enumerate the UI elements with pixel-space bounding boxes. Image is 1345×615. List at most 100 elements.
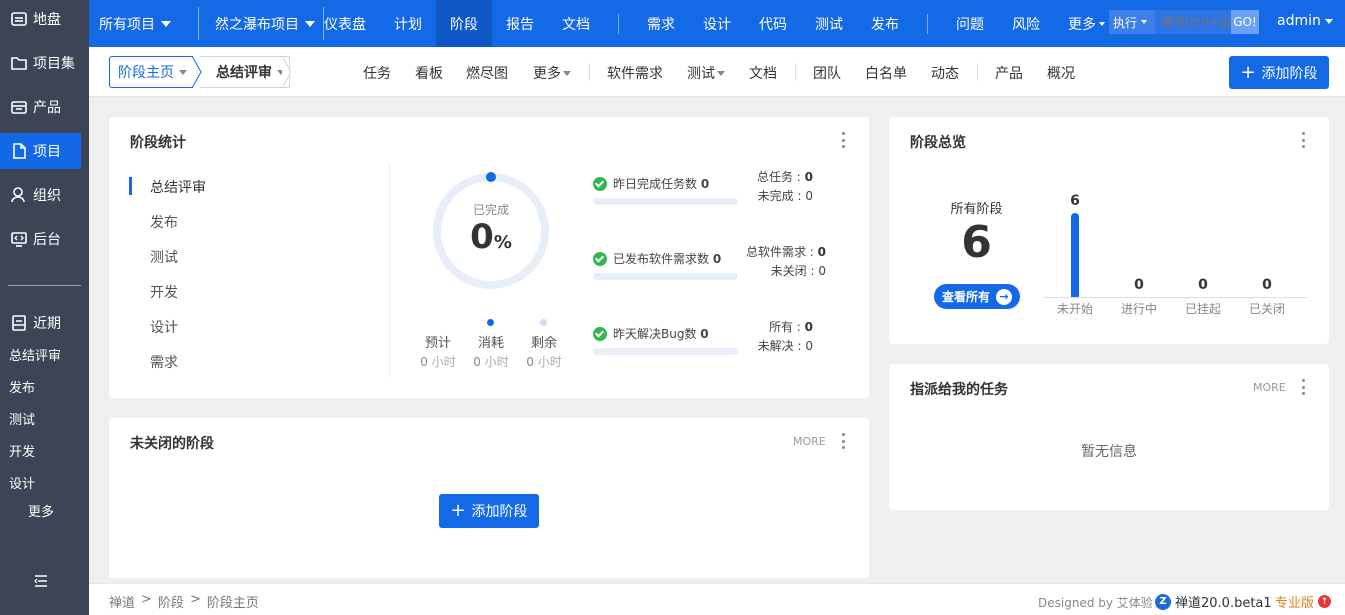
nav-doc[interactable]: 文档 <box>548 0 604 47</box>
footer-crumb-sep: > <box>141 592 152 607</box>
card-title: 阶段统计 <box>130 135 186 151</box>
more-actions-icon[interactable] <box>1302 132 1306 148</box>
stage-item[interactable]: 总结评审 <box>129 169 206 204</box>
nav-item-program[interactable]: 项目集 <box>0 45 89 81</box>
stage-item[interactable]: 设计 <box>129 309 206 344</box>
recent-item[interactable]: 测试 <box>9 409 35 428</box>
stat-num: 0 <box>804 320 813 334</box>
subnav-more[interactable]: 更多 <box>533 63 571 83</box>
hours-unit: 小时 <box>431 355 456 369</box>
nav-stage[interactable]: 阶段 <box>436 0 492 47</box>
subnav-story[interactable]: 软件需求 <box>607 63 663 83</box>
nav-separator <box>618 13 619 34</box>
footer: 禅道 > 阶段 > 阶段主页 Designed by 艾体验 Z 禅道20.0.… <box>89 583 1345 615</box>
stage-item[interactable]: 需求 <box>129 344 206 379</box>
recent-more[interactable]: 更多 <box>28 501 54 520</box>
recent-item[interactable]: 发布 <box>9 377 35 396</box>
nav-item-project[interactable]: 项目 <box>0 133 81 169</box>
crumb-stage-home[interactable]: 阶段主页 <box>109 56 193 88</box>
recent-item[interactable]: 总结评审 <box>9 345 61 364</box>
version-info[interactable]: Z 禅道20.0.beta1 <box>1155 592 1272 611</box>
user-menu[interactable]: admin <box>1277 13 1333 29</box>
add-stage-button[interactable]: + 添加阶段 <box>439 494 539 528</box>
subnav-test-label: 测试 <box>687 66 715 82</box>
crumb-project[interactable]: 然之瀑布项目 <box>199 7 324 40</box>
nav-dashboard[interactable]: 仪表盘 <box>324 0 380 47</box>
nav-item-org[interactable]: 组织 <box>0 177 89 213</box>
subnav-task[interactable]: 任务 <box>363 63 391 83</box>
view-all-label: 查看所有 <box>941 290 990 304</box>
nav-code[interactable]: 代码 <box>745 0 801 47</box>
nav-plan[interactable]: 计划 <box>380 0 436 47</box>
search-go-button[interactable]: GO! <box>1231 10 1259 34</box>
file-icon <box>13 143 26 159</box>
more-link[interactable]: MORE <box>793 435 826 448</box>
nav-risk[interactable]: 风险 <box>998 0 1054 47</box>
stat-key: 总任务 <box>756 170 793 184</box>
folder-icon <box>11 57 27 70</box>
nav-requirement[interactable]: 需求 <box>633 0 689 47</box>
more-actions-icon[interactable] <box>842 132 846 148</box>
chart-bar <box>1071 213 1079 297</box>
progress-number: 0 <box>470 217 494 257</box>
view-all-button[interactable]: 查看所有 → <box>934 284 1020 309</box>
add-stage-button[interactable]: + 添加阶段 <box>1229 56 1329 89</box>
stat-key: 总软件需求 <box>745 245 806 259</box>
nav-test[interactable]: 测试 <box>801 0 857 47</box>
subnav-product[interactable]: 产品 <box>995 63 1023 83</box>
subnav-doc[interactable]: 文档 <box>749 63 777 83</box>
subnav-overview[interactable]: 概况 <box>1047 63 1075 83</box>
crumb-all-projects[interactable]: 所有项目 <box>89 7 199 40</box>
stage-item[interactable]: 测试 <box>129 239 206 274</box>
user-icon <box>11 187 25 203</box>
nav-report[interactable]: 报告 <box>492 0 548 47</box>
card-title: 指派给我的任务 <box>910 382 1008 398</box>
footer-crumb[interactable]: 禅道 <box>109 592 135 611</box>
more-actions-icon[interactable] <box>842 433 846 449</box>
hours-unit: 小时 <box>484 355 509 369</box>
add-stage-label: 添加阶段 <box>471 504 528 520</box>
nav-separator <box>927 13 928 34</box>
check-circle-icon <box>593 251 607 266</box>
crumb-current-stage[interactable]: 总结评审 <box>200 56 290 88</box>
menu-toggle-icon[interactable] <box>33 573 49 589</box>
progress-label: 已完成 <box>472 203 509 217</box>
nav-design[interactable]: 设计 <box>689 0 745 47</box>
chevron-down-icon <box>1099 21 1105 26</box>
edition-link[interactable]: 专业版 ↑ <box>1275 592 1332 611</box>
recent-header: 近期 <box>10 313 61 333</box>
nav-release[interactable]: 发布 <box>857 0 913 47</box>
stat-num: 0 <box>805 339 813 353</box>
subnav-dynamic[interactable]: 动态 <box>931 63 959 83</box>
nav-issue[interactable]: 问题 <box>942 0 998 47</box>
subnav-separator <box>977 63 978 81</box>
zentao-logo-icon: Z <box>1155 593 1171 610</box>
chevron-down-icon <box>717 70 725 76</box>
subnav-test[interactable]: 测试 <box>687 63 725 83</box>
more-link[interactable]: MORE <box>1253 381 1286 394</box>
stage-overview-card: 阶段总览 所有阶段 6 查看所有 → 6 未开始 0 进行中 0 已挂起 0 已关闭 <box>889 117 1329 344</box>
recent-item[interactable]: 设计 <box>9 473 35 492</box>
search-input[interactable] <box>1155 10 1231 34</box>
crumb-arrow-icon <box>282 56 292 88</box>
subnav-kanban[interactable]: 看板 <box>415 63 443 83</box>
progress-unit: % <box>493 232 512 253</box>
recent-item[interactable]: 开发 <box>9 441 35 460</box>
search-type-select[interactable]: 执行 <box>1109 10 1155 34</box>
stage-item[interactable]: 发布 <box>129 204 206 239</box>
designer-name[interactable]: 艾体验 <box>1117 596 1153 610</box>
subnav-team[interactable]: 团队 <box>813 63 841 83</box>
stage-status-chart: 6 未开始 0 进行中 0 已挂起 0 已关闭 <box>1039 187 1309 317</box>
nav-item-product[interactable]: 产品 <box>0 89 89 125</box>
nav-more[interactable]: 更多 <box>1054 0 1105 47</box>
hours-unit: 小时 <box>537 355 562 369</box>
subnav-burndown[interactable]: 燃尽图 <box>466 63 508 83</box>
nav-item-admin[interactable]: 后台 <box>0 221 89 257</box>
footer-crumb[interactable]: 阶段 <box>158 592 184 611</box>
stat-key: 未关闭 <box>770 264 807 278</box>
nav-item-home[interactable]: 地盘 <box>0 1 89 37</box>
subnav-whitelist[interactable]: 白名单 <box>865 63 907 83</box>
more-actions-icon[interactable] <box>1302 379 1306 395</box>
stage-item[interactable]: 开发 <box>129 274 206 309</box>
crumb-label: 阶段主页 <box>118 65 174 81</box>
